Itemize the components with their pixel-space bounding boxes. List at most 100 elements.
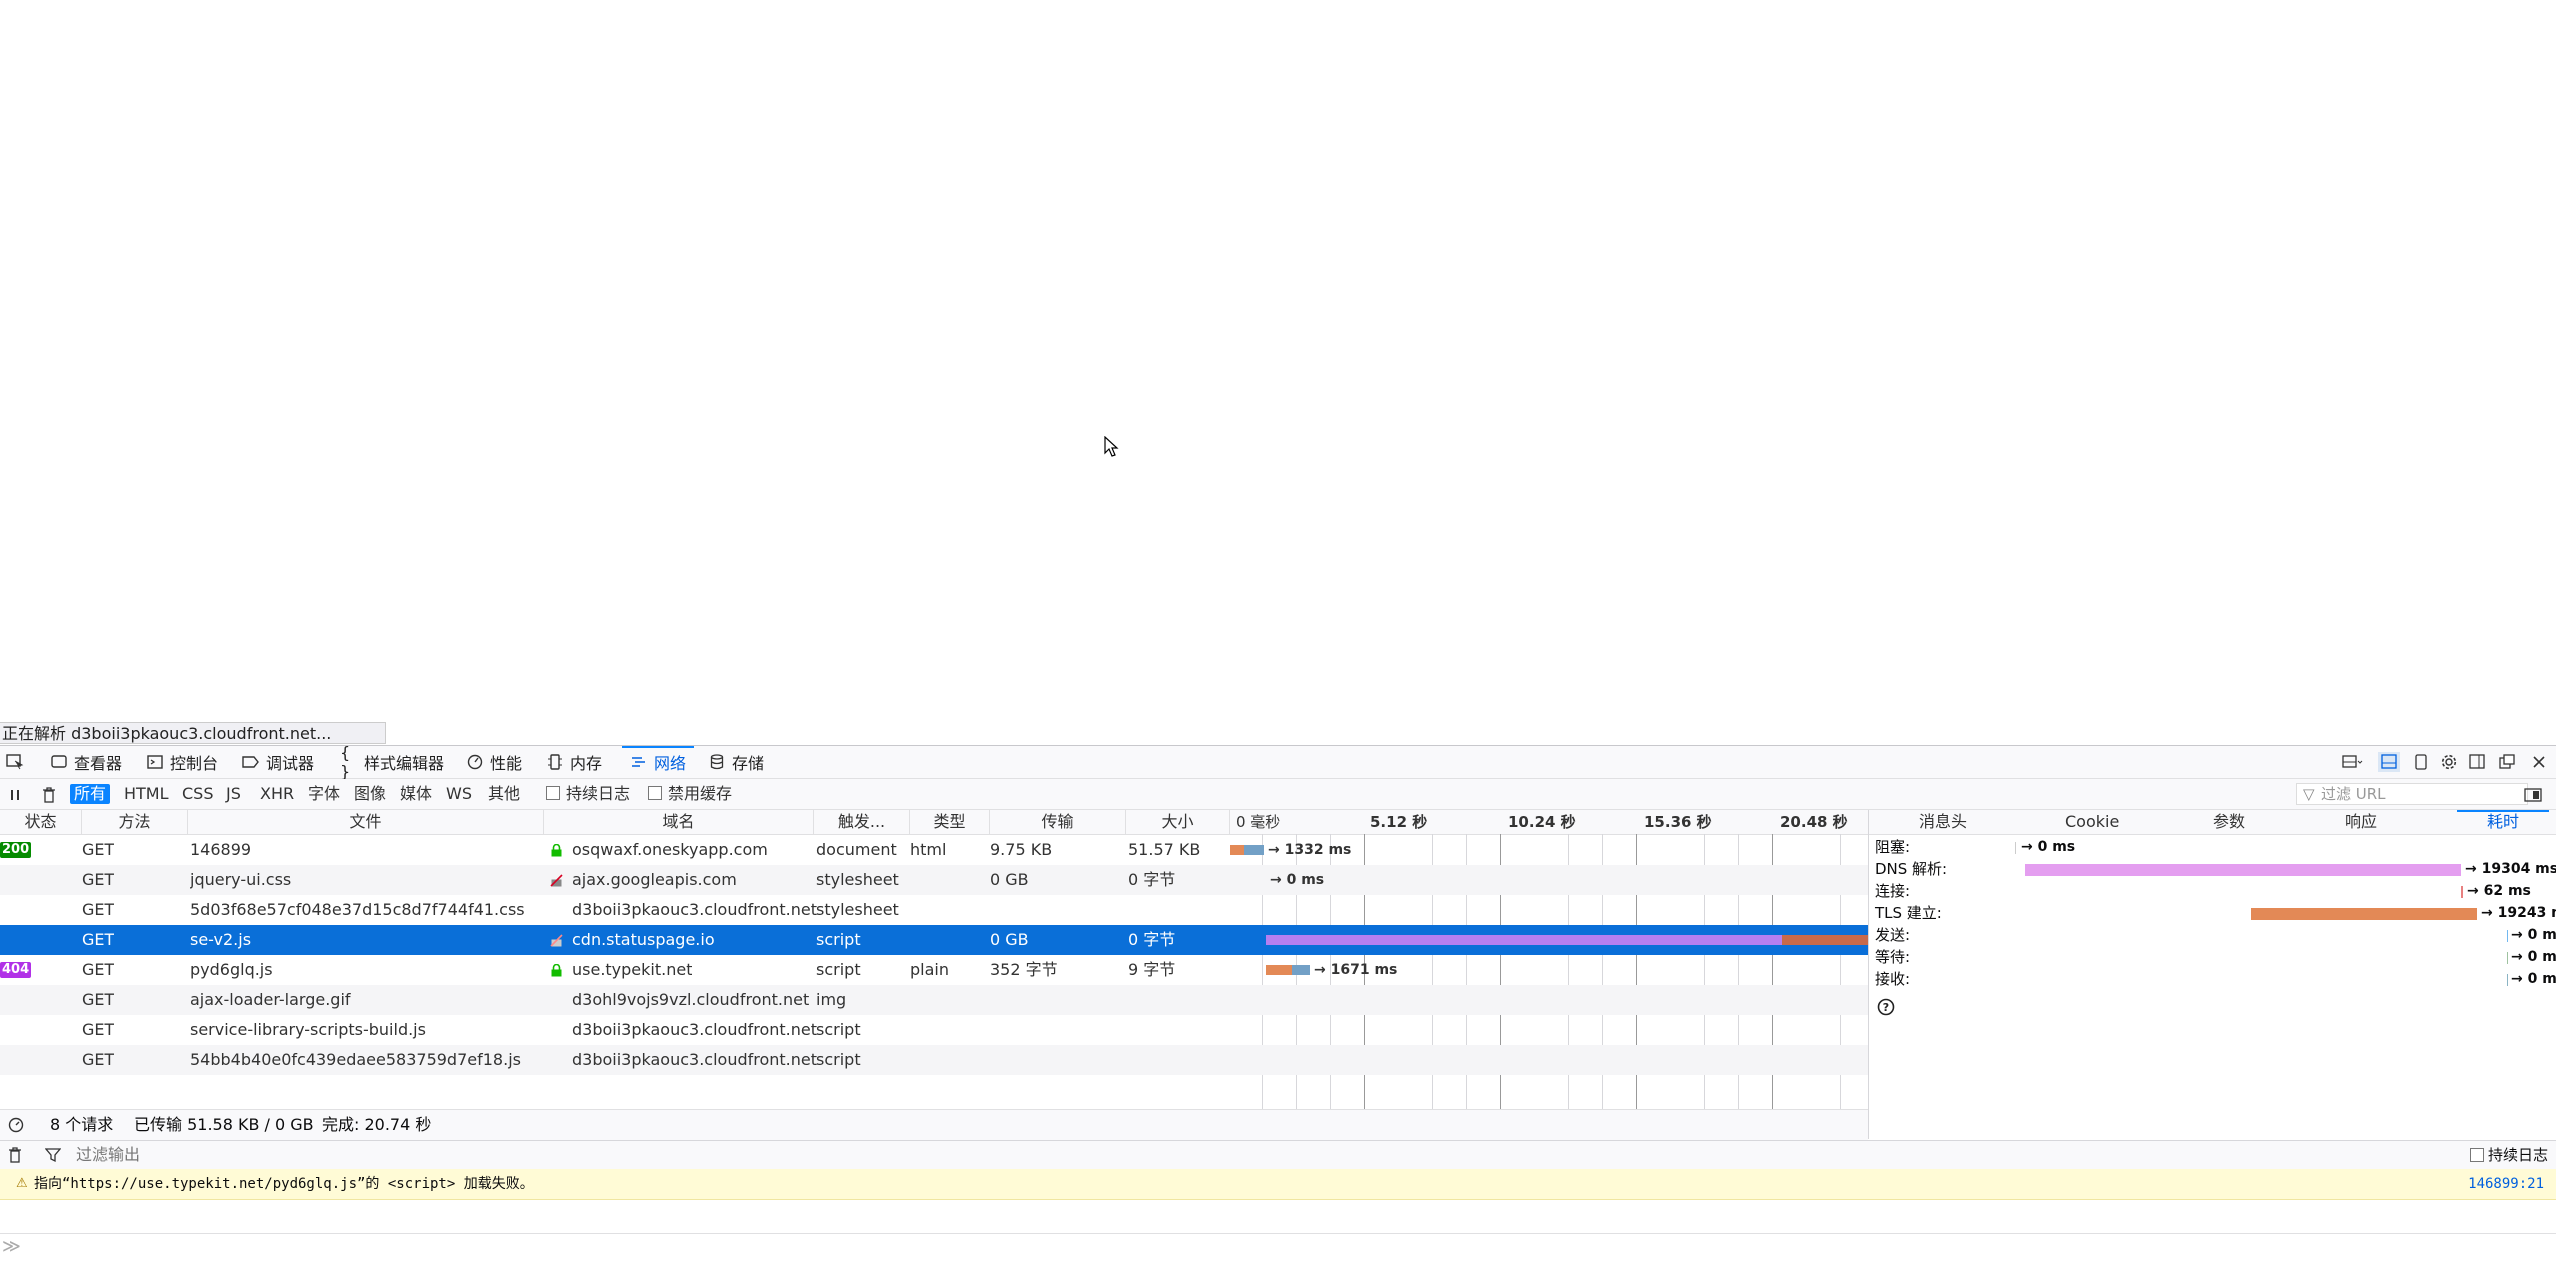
help-circle-icon[interactable]: ? [1877, 998, 1895, 1016]
filter-js-button[interactable]: JS [222, 784, 245, 804]
tab-response[interactable]: 响应 [2345, 810, 2377, 834]
col-waterfall[interactable]: 0 毫秒 5.12 秒 10.24 秒 15.36 秒 20.48 秒 [1230, 810, 1868, 834]
tick-15s: 15.36 秒 [1644, 813, 1712, 831]
domain-cell: d3boii3pkaouc3.cloudfront.net [572, 1050, 818, 1069]
col-status[interactable]: 状态 [0, 810, 82, 834]
persist-logs-checkbox[interactable] [546, 786, 560, 800]
network-summary-bar: 8 个请求 已传输 51.58 KB / 0 GB 完成: 20.74 秒 [0, 1109, 1868, 1140]
file-cell: ajax-loader-large.gif [190, 990, 351, 1009]
filter-css-button[interactable]: CSS [178, 784, 217, 804]
console-toolbar: 过滤输出 持续日志 [0, 1140, 2556, 1170]
filter-all-button[interactable]: 所有 [70, 784, 111, 804]
waterfall-label: → 1671 ms [1314, 962, 1398, 978]
timing-bar [2507, 974, 2508, 986]
domain-cell: ajax.googleapis.com [572, 870, 737, 889]
col-transfer[interactable]: 传输 [990, 810, 1126, 834]
console-filter-input[interactable]: 过滤输出 [76, 1141, 140, 1169]
method-cell: GET [82, 840, 115, 859]
table-row[interactable]: GET 5d03f68e57cf048e37d15c8d7f744f41.css… [0, 895, 1868, 925]
domain-cell: use.typekit.net [572, 960, 693, 979]
table-row[interactable]: GET service-library-scripts-build.js d3b… [0, 1015, 1868, 1045]
tab-headers[interactable]: 消息头 [1919, 810, 1967, 834]
sidebar-toggle-icon[interactable] [2466, 752, 2488, 772]
filter-funnel-icon[interactable] [42, 1145, 64, 1165]
tab-timings[interactable]: 耗时 [2456, 810, 2550, 834]
file-cell: service-library-scripts-build.js [190, 1020, 426, 1039]
domain-cell: osqwaxf.oneskyapp.com [572, 840, 768, 859]
close-devtools-icon[interactable] [2528, 752, 2550, 772]
console-persist-logs-checkbox[interactable] [2470, 1148, 2484, 1162]
disable-cache-checkbox[interactable] [648, 786, 662, 800]
file-cell: jquery-ui.css [190, 870, 292, 889]
mouse-cursor-icon [1104, 436, 1119, 457]
reload-performance-icon[interactable] [8, 1110, 24, 1143]
clear-trash-icon[interactable] [38, 785, 60, 805]
filter-images-button[interactable]: 图像 [350, 784, 390, 804]
url-filter-input[interactable]: ▽ 过滤 URL [2296, 783, 2528, 805]
tab-performance[interactable]: 性能 [466, 746, 522, 778]
dock-options-icon[interactable] [2342, 752, 2364, 772]
col-type[interactable]: 类型 [910, 810, 990, 834]
col-domain[interactable]: 域名 [544, 810, 814, 834]
timing-bar [2461, 886, 2463, 898]
col-file[interactable]: 文件 [188, 810, 544, 834]
toggle-panel-icon[interactable] [2522, 785, 2544, 805]
warning-text: 指向“https://use.typekit.net/pyd6glq.js”的 … [34, 1176, 534, 1192]
tab-debugger[interactable]: 调试器 [242, 746, 314, 778]
transferred-summary: 已传输 51.58 KB / 0 GB [134, 1115, 314, 1134]
tick-20s: 20.48 秒 [1780, 813, 1848, 831]
performance-icon [466, 753, 484, 771]
tab-console[interactable]: 控制台 [146, 746, 218, 778]
method-cell: GET [82, 1020, 115, 1039]
console-input[interactable]: ≫ [0, 1233, 2556, 1262]
waterfall-bar [1266, 965, 1292, 975]
style-editor-icon: { } [340, 743, 351, 781]
filter-fonts-button[interactable]: 字体 [304, 784, 344, 804]
filter-other-button[interactable]: 其他 [484, 784, 524, 804]
lock-icon [551, 964, 562, 977]
separate-window-icon[interactable] [2496, 752, 2518, 772]
method-cell: GET [82, 900, 115, 919]
tab-params[interactable]: 参数 [2213, 810, 2245, 834]
domain-cell: d3boii3pkaouc3.cloudfront.net [572, 1020, 818, 1039]
split-console-icon[interactable] [2378, 752, 2400, 772]
element-picker-icon[interactable] [4, 752, 26, 772]
table-row[interactable]: GET 54bb4b40e0fc439edaee583759d7ef18.js … [0, 1045, 1868, 1075]
method-cell: GET [82, 1050, 115, 1069]
tab-cookies[interactable]: Cookie [2065, 810, 2119, 834]
method-cell: GET [82, 930, 115, 949]
tick-10s: 10.24 秒 [1508, 813, 1576, 831]
table-row[interactable]: 404 GET pyd6glq.js use.typekit.net scrip… [0, 955, 1868, 985]
tab-memory[interactable]: 内存 [546, 746, 602, 778]
message-source-link[interactable]: 146899:21 [2468, 1169, 2544, 1199]
responsive-design-icon[interactable] [2410, 752, 2432, 772]
debugger-icon [242, 753, 260, 771]
filter-xhr-button[interactable]: XHR [256, 784, 298, 804]
table-row-selected[interactable]: GET se-v2.js cdn.statuspage.io script 0 … [0, 925, 1868, 955]
trigger-cell: stylesheet [816, 900, 899, 919]
trigger-cell: script [816, 960, 861, 979]
page-viewport[interactable] [0, 0, 2556, 722]
tab-storage[interactable]: 存储 [708, 746, 764, 778]
tab-inspector[interactable]: 查看器 [50, 746, 122, 778]
table-row[interactable]: GET ajax-loader-large.gif d3ohl9vojs9vzl… [0, 985, 1868, 1015]
size-cell: 9 字节 [1128, 960, 1176, 979]
clear-console-icon[interactable] [4, 1145, 26, 1165]
tab-style-editor[interactable]: { } 样式编辑器 [340, 743, 444, 781]
col-size[interactable]: 大小 [1126, 810, 1230, 834]
tick-5s: 5.12 秒 [1370, 813, 1428, 831]
filter-ws-button[interactable]: WS [442, 784, 476, 804]
file-cell: 5d03f68e57cf048e37d15c8d7f744f41.css [190, 900, 525, 919]
waterfall-label: → 0 ms [1270, 872, 1325, 888]
table-row[interactable]: GET jquery-ui.css ajax.googleapis.com st… [0, 865, 1868, 895]
filter-media-button[interactable]: 媒体 [396, 784, 436, 804]
tab-network[interactable]: 网络 [621, 746, 695, 778]
table-row[interactable]: 200 GET 146899 osqwaxf.oneskyapp.com doc… [0, 835, 1868, 865]
pause-icon[interactable] [4, 785, 26, 805]
timing-dns: DNS 解析: → 19304 ms [1875, 860, 2556, 878]
filter-html-button[interactable]: HTML [120, 784, 173, 804]
col-method[interactable]: 方法 [82, 810, 188, 834]
settings-gear-icon[interactable] [2438, 752, 2460, 772]
col-trigger[interactable]: 触发... [814, 810, 910, 834]
console-persist-logs-label: 持续日志 [2488, 1146, 2549, 1164]
